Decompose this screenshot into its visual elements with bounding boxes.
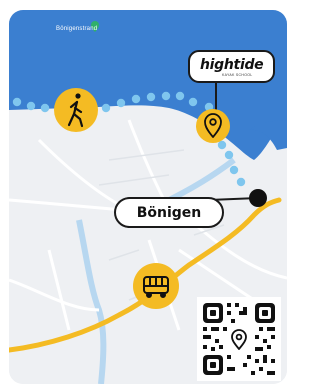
destination-dot — [249, 189, 267, 207]
logo-name: hightide — [200, 57, 264, 73]
qr-code-icon — [197, 297, 281, 381]
bus-marker — [133, 263, 179, 309]
logo-tagline: KAYAK SCHOOL — [222, 73, 253, 77]
place-name: Bönigen — [136, 204, 202, 221]
lake-label: Bönigenstrand — [56, 26, 98, 32]
pin-marker — [196, 109, 230, 143]
logo-callout[interactable]: hightide KAYAK SCHOOL — [188, 50, 275, 83]
walking-marker — [54, 88, 98, 132]
qr-code[interactable] — [197, 297, 281, 381]
place-callout[interactable]: Bönigen — [114, 197, 224, 228]
